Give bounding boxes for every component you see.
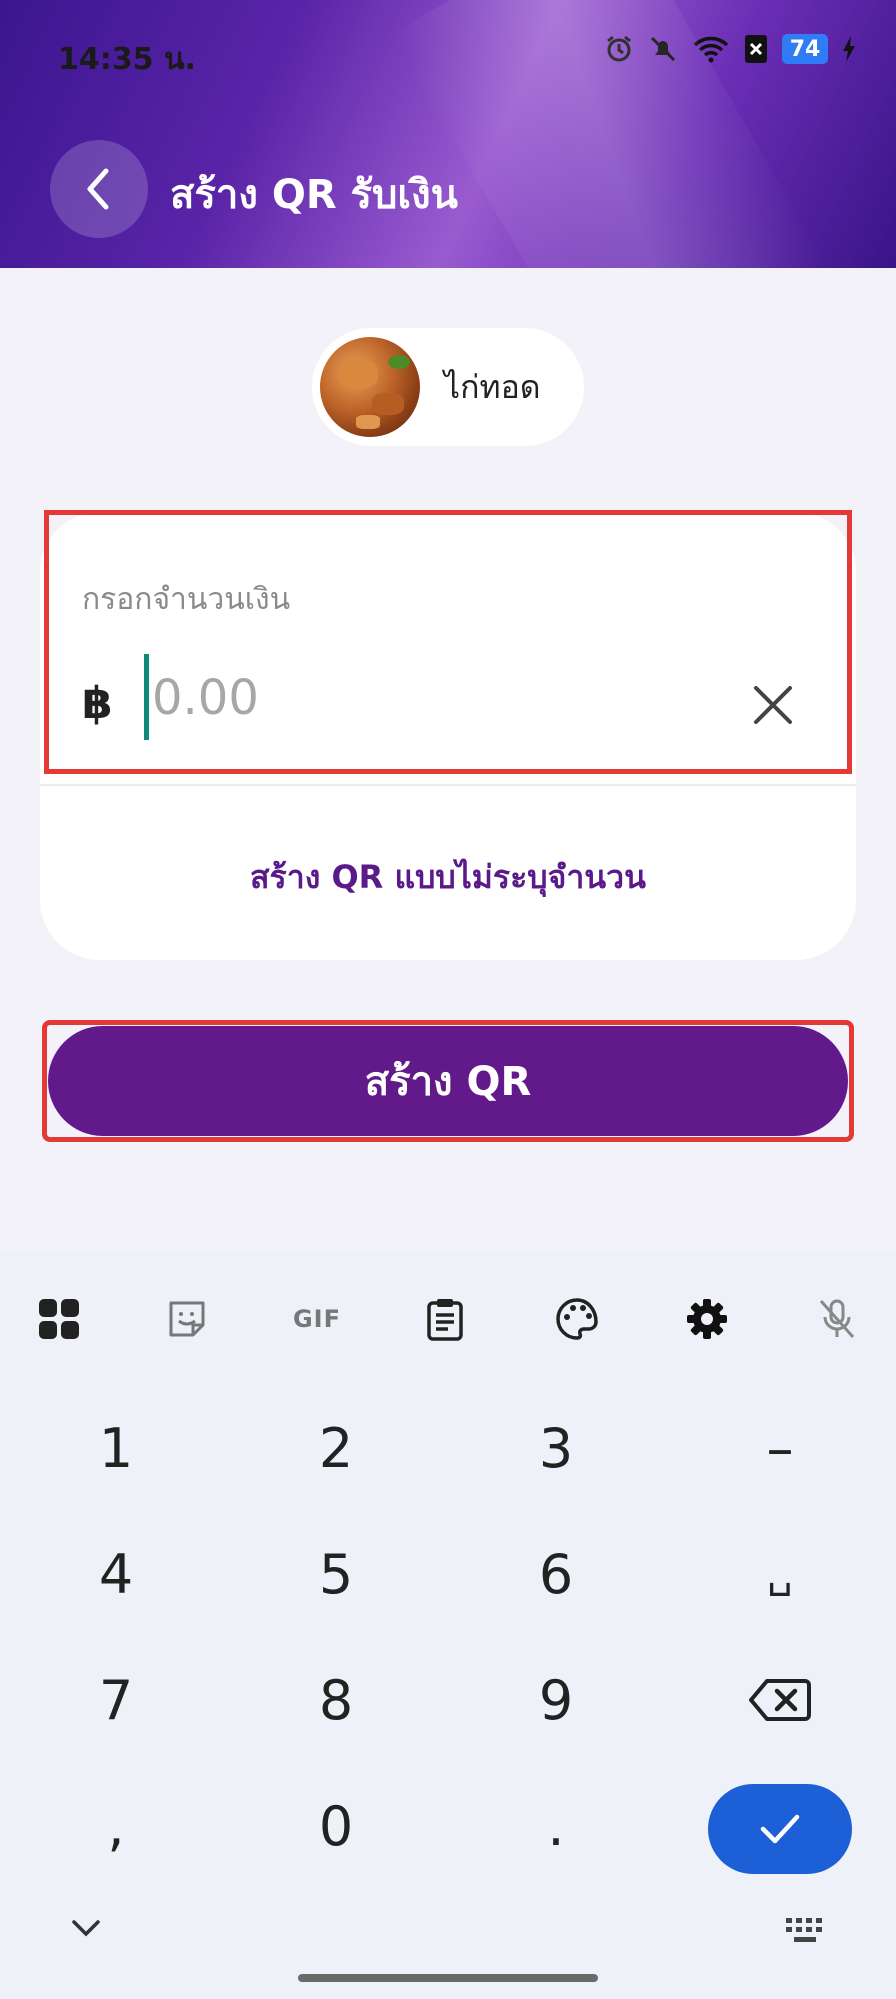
wifi-icon [693, 36, 729, 63]
keyboard-toolbar: GIF [0, 1254, 896, 1384]
key-7[interactable]: 7 [36, 1650, 196, 1750]
home-indicator[interactable] [298, 1974, 598, 1982]
hide-keyboard-chevron-icon[interactable] [66, 1916, 106, 1942]
key-5[interactable]: 5 [256, 1524, 416, 1624]
palette-icon[interactable] [542, 1284, 612, 1354]
divider [40, 784, 856, 786]
gif-icon[interactable]: GIF [282, 1284, 352, 1354]
key-0[interactable]: 0 [256, 1776, 416, 1876]
numeric-keyboard: GIF 1 2 3 – 4 5 6 ␣ 7 8 9 , 0 . [0, 1254, 896, 1999]
status-time: 14:35 น. [58, 42, 196, 77]
keyboard-icon[interactable] [784, 1916, 828, 1946]
sim-icon [745, 35, 767, 63]
key-4[interactable]: 4 [36, 1524, 196, 1624]
merchant-avatar [320, 337, 420, 437]
create-qr-no-amount-link[interactable]: สร้าง QR แบบไม่ระบุจำนวน [40, 852, 856, 903]
key-1[interactable]: 1 [36, 1398, 196, 1498]
key-6[interactable]: 6 [476, 1524, 636, 1624]
page-title: สร้าง QR รับเงิน [170, 172, 458, 218]
chevron-left-icon [87, 168, 109, 210]
battery-indicator: 74 [782, 34, 828, 64]
highlight-outline-amount [44, 510, 852, 774]
key-comma[interactable]: , [36, 1776, 196, 1876]
back-button[interactable] [50, 140, 148, 238]
apps-grid-icon[interactable] [24, 1284, 94, 1354]
clipboard-icon[interactable] [410, 1284, 480, 1354]
alarm-icon [607, 35, 631, 62]
highlight-outline-button [42, 1020, 854, 1142]
merchant-chip: ไก่ทอด [312, 328, 584, 446]
confirm-key[interactable] [708, 1784, 852, 1874]
key-3[interactable]: 3 [476, 1398, 636, 1498]
status-icons: 74 [604, 34, 856, 64]
key-9[interactable]: 9 [476, 1650, 636, 1750]
gif-label: GIF [292, 1305, 342, 1333]
charging-icon [843, 36, 855, 62]
header: 14:35 น. 74 สร้าง QR รับเงิน [0, 0, 896, 268]
merchant-name: ไก่ทอด [444, 367, 541, 406]
status-bar: 14:35 น. 74 [0, 0, 896, 100]
mic-off-icon[interactable] [802, 1284, 872, 1354]
key-2[interactable]: 2 [256, 1398, 416, 1498]
key-8[interactable]: 8 [256, 1650, 416, 1750]
backspace-key[interactable] [700, 1650, 860, 1750]
key-period[interactable]: . [476, 1776, 636, 1876]
backspace-icon [749, 1679, 811, 1721]
confirm-check-icon [760, 1814, 800, 1844]
mute-icon [650, 36, 676, 62]
key-space[interactable]: ␣ [700, 1524, 860, 1624]
sticker-icon[interactable] [152, 1284, 222, 1354]
settings-gear-icon[interactable] [672, 1284, 742, 1354]
key-dash[interactable]: – [700, 1398, 860, 1498]
